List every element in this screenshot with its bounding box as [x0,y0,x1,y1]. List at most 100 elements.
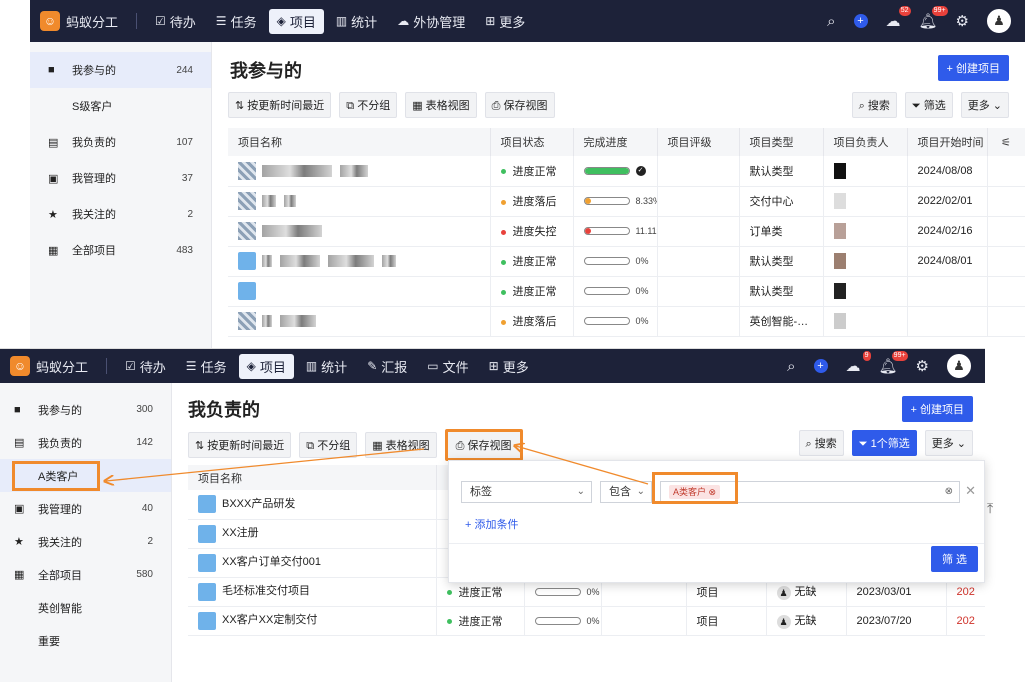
filter-button[interactable]: ⏷ 筛选 [904,92,953,118]
bell-icon[interactable]: 🔔︎ 99+ [879,351,908,375]
nav-more[interactable]: ⊞ 更多 [477,9,533,34]
bell-icon[interactable]: 🔔︎ 99+ [919,6,948,30]
sidebar-item-yingchuang[interactable]: 英创智能 [0,591,171,624]
sidebar-item-s-customer[interactable]: S级客户 [30,88,211,124]
search-icon[interactable]: ⌕ [827,13,835,30]
progress-bar [534,616,581,625]
sidebar-label: 我管理的 [72,173,116,185]
stack-icon: ▦ [14,569,25,581]
nav-more[interactable]: ⊞ 更多 [481,354,537,379]
sidebar-item-responsible[interactable]: ▤ 我负责的 142 [0,426,171,459]
more-button[interactable]: 更多 ⌄ [924,430,973,456]
filter-operator-select[interactable]: 包含 ⌄ [600,481,652,503]
nav-tasks[interactable]: ☰ 任务 [208,9,265,34]
cell-name[interactable] [228,186,491,217]
sidebar-item-responsible[interactable]: ▤ 我负责的 107 [30,124,211,160]
col-status[interactable]: 项目状态 [490,128,574,156]
filter-field-select[interactable]: 标签 ⌄ [461,481,592,503]
sidebar-item-followed[interactable]: ★ 我关注的 2 [0,525,171,558]
sidebar-item-followed[interactable]: ★ 我关注的 2 [30,196,211,232]
table-row[interactable]: 进度落后 0% 英创智能-… [228,306,1025,337]
table-row[interactable]: 进度正常 ✓ 默认类型 2024/08/08 [228,156,1025,187]
manage-icon: ▣ [48,172,59,185]
add-condition-button[interactable]: + 添加条件 [465,516,518,532]
sidebar-item-managed[interactable]: ▣ 我管理的 40 [0,492,171,525]
nav-tasks[interactable]: ☰ 任务 [178,354,235,379]
sidebar-item-all[interactable]: ▦ 全部项目 580 [0,558,171,591]
col-start[interactable]: 项目开始时间 [907,128,988,156]
view-button[interactable]: ▦ 表格视图 [365,432,437,458]
col-type[interactable]: 项目类型 [739,128,824,156]
nav-stats[interactable]: ▥ 统计 [298,354,355,379]
cell-name[interactable] [228,246,491,277]
project-thumbnail [198,524,216,543]
search-icon[interactable]: ⌕ [787,358,795,375]
apply-filter-button[interactable]: 筛 选 [930,546,978,572]
search-button[interactable]: ⌕ 搜索 [851,92,897,118]
add-icon[interactable]: + [853,14,868,28]
group-button[interactable]: ⧉ 不分组 [339,92,398,118]
sort-button[interactable]: ⇅ 按更新时间最近 [228,92,332,118]
nav-outsource[interactable]: ☁ 外协管理 [389,9,473,34]
group-button[interactable]: ⧉ 不分组 [299,432,358,458]
table-row[interactable]: 进度正常 0% 默认类型 2024/08/01 [228,246,1025,277]
sidebar-item-important[interactable]: 重要 [0,624,171,657]
nav-projects[interactable]: ◈ 项目 [238,353,294,379]
sidebar-item-participated[interactable]: ■ 我参与的 244 [30,52,211,88]
col-name[interactable]: 项目名称 [228,128,491,156]
gear-icon[interactable]: ⚙ [916,357,929,375]
cell-name[interactable]: XX客户XX定制交付 [188,606,437,636]
nav-stats[interactable]: ▥ 统计 [328,9,385,34]
sidebar-item-managed[interactable]: ▣ 我管理的 37 [30,160,211,196]
column-settings-icon[interactable]: ⚟ [987,128,1025,156]
view-button[interactable]: ▦ 表格视图 [405,92,477,118]
sidebar-item-participated[interactable]: ■ 我参与的 300 [0,393,171,426]
nav-files[interactable]: ▭ 文件 [419,354,476,379]
cell-name[interactable] [228,276,491,307]
more-button[interactable]: 更多 ⌄ [960,92,1009,118]
col-owner[interactable]: 项目负责人 [823,128,908,156]
cell-name[interactable]: BXXX产品研发 [188,490,437,520]
cell-name[interactable]: 毛坯标准交付项目 [188,577,437,607]
nav-todo[interactable]: ☑ 待办 [147,9,204,34]
nav-projects[interactable]: ◈ 项目 [268,8,324,34]
table-row[interactable]: 进度正常 0% 默认类型 [228,276,1025,307]
nav-todo[interactable]: ☑ 待办 [117,354,174,379]
table-row[interactable]: 进度落后 8.33% 交付中心 2022/02/01 [228,186,1025,217]
back-to-top-icon[interactable]: ⤒ [987,500,993,517]
sidebar-count: 2 [147,536,153,547]
search-button[interactable]: ⌕ 搜索 [798,430,844,456]
cell-owner [823,216,908,247]
checkbox-icon: ☑ [125,359,136,373]
close-icon[interactable]: ✕ [965,483,976,499]
sidebar-item-a-customer[interactable]: A类客户 [0,459,171,492]
sidebar-item-all[interactable]: ▦ 全部项目 483 [30,232,211,268]
save-view-button[interactable]: ⎙ 保存视图 [444,429,523,461]
cell-name[interactable] [228,156,491,187]
col-rating[interactable]: 项目评级 [657,128,740,156]
create-project-button[interactable]: + 创建项目 [937,55,1009,81]
table-row[interactable]: 进度失控 11.11% 订单类 2024/02/16 [228,216,1025,247]
cell-name[interactable] [228,216,491,247]
table-row[interactable]: XX客户XX定制交付 进度正常 0% 项目 ♟ 无缺 2023/07/20 202 [188,606,985,636]
redacted-text [328,255,374,267]
cell-name[interactable] [228,306,491,337]
col-progress[interactable]: 完成进度 [573,128,658,156]
nav-report[interactable]: ✎ 汇报 [359,354,415,379]
filter-button-active[interactable]: ⏷ 1个筛选 [851,430,917,456]
user-avatar-icon: ♟ [776,585,791,600]
cell-name[interactable]: XX客户订单交付001 [188,548,437,578]
clear-icon[interactable]: ⊗ [945,482,953,502]
add-icon[interactable]: + [813,359,828,373]
cloud-upload-icon[interactable]: ☁ 52 [886,6,911,30]
avatar[interactable]: ♟ [947,354,971,378]
col-name[interactable]: 项目名称 [188,465,437,490]
cell-type: 订单类 [739,216,824,247]
save-view-button[interactable]: ⎙ 保存视图 [484,92,555,118]
gear-icon[interactable]: ⚙ [956,12,969,30]
avatar[interactable]: ♟ [987,9,1011,33]
create-project-button[interactable]: + 创建项目 [901,396,973,422]
cell-name[interactable]: XX注册 [188,519,437,549]
sort-button[interactable]: ⇅ 按更新时间最近 [188,432,292,458]
cloud-upload-icon[interactable]: ☁ 9 [846,351,871,375]
